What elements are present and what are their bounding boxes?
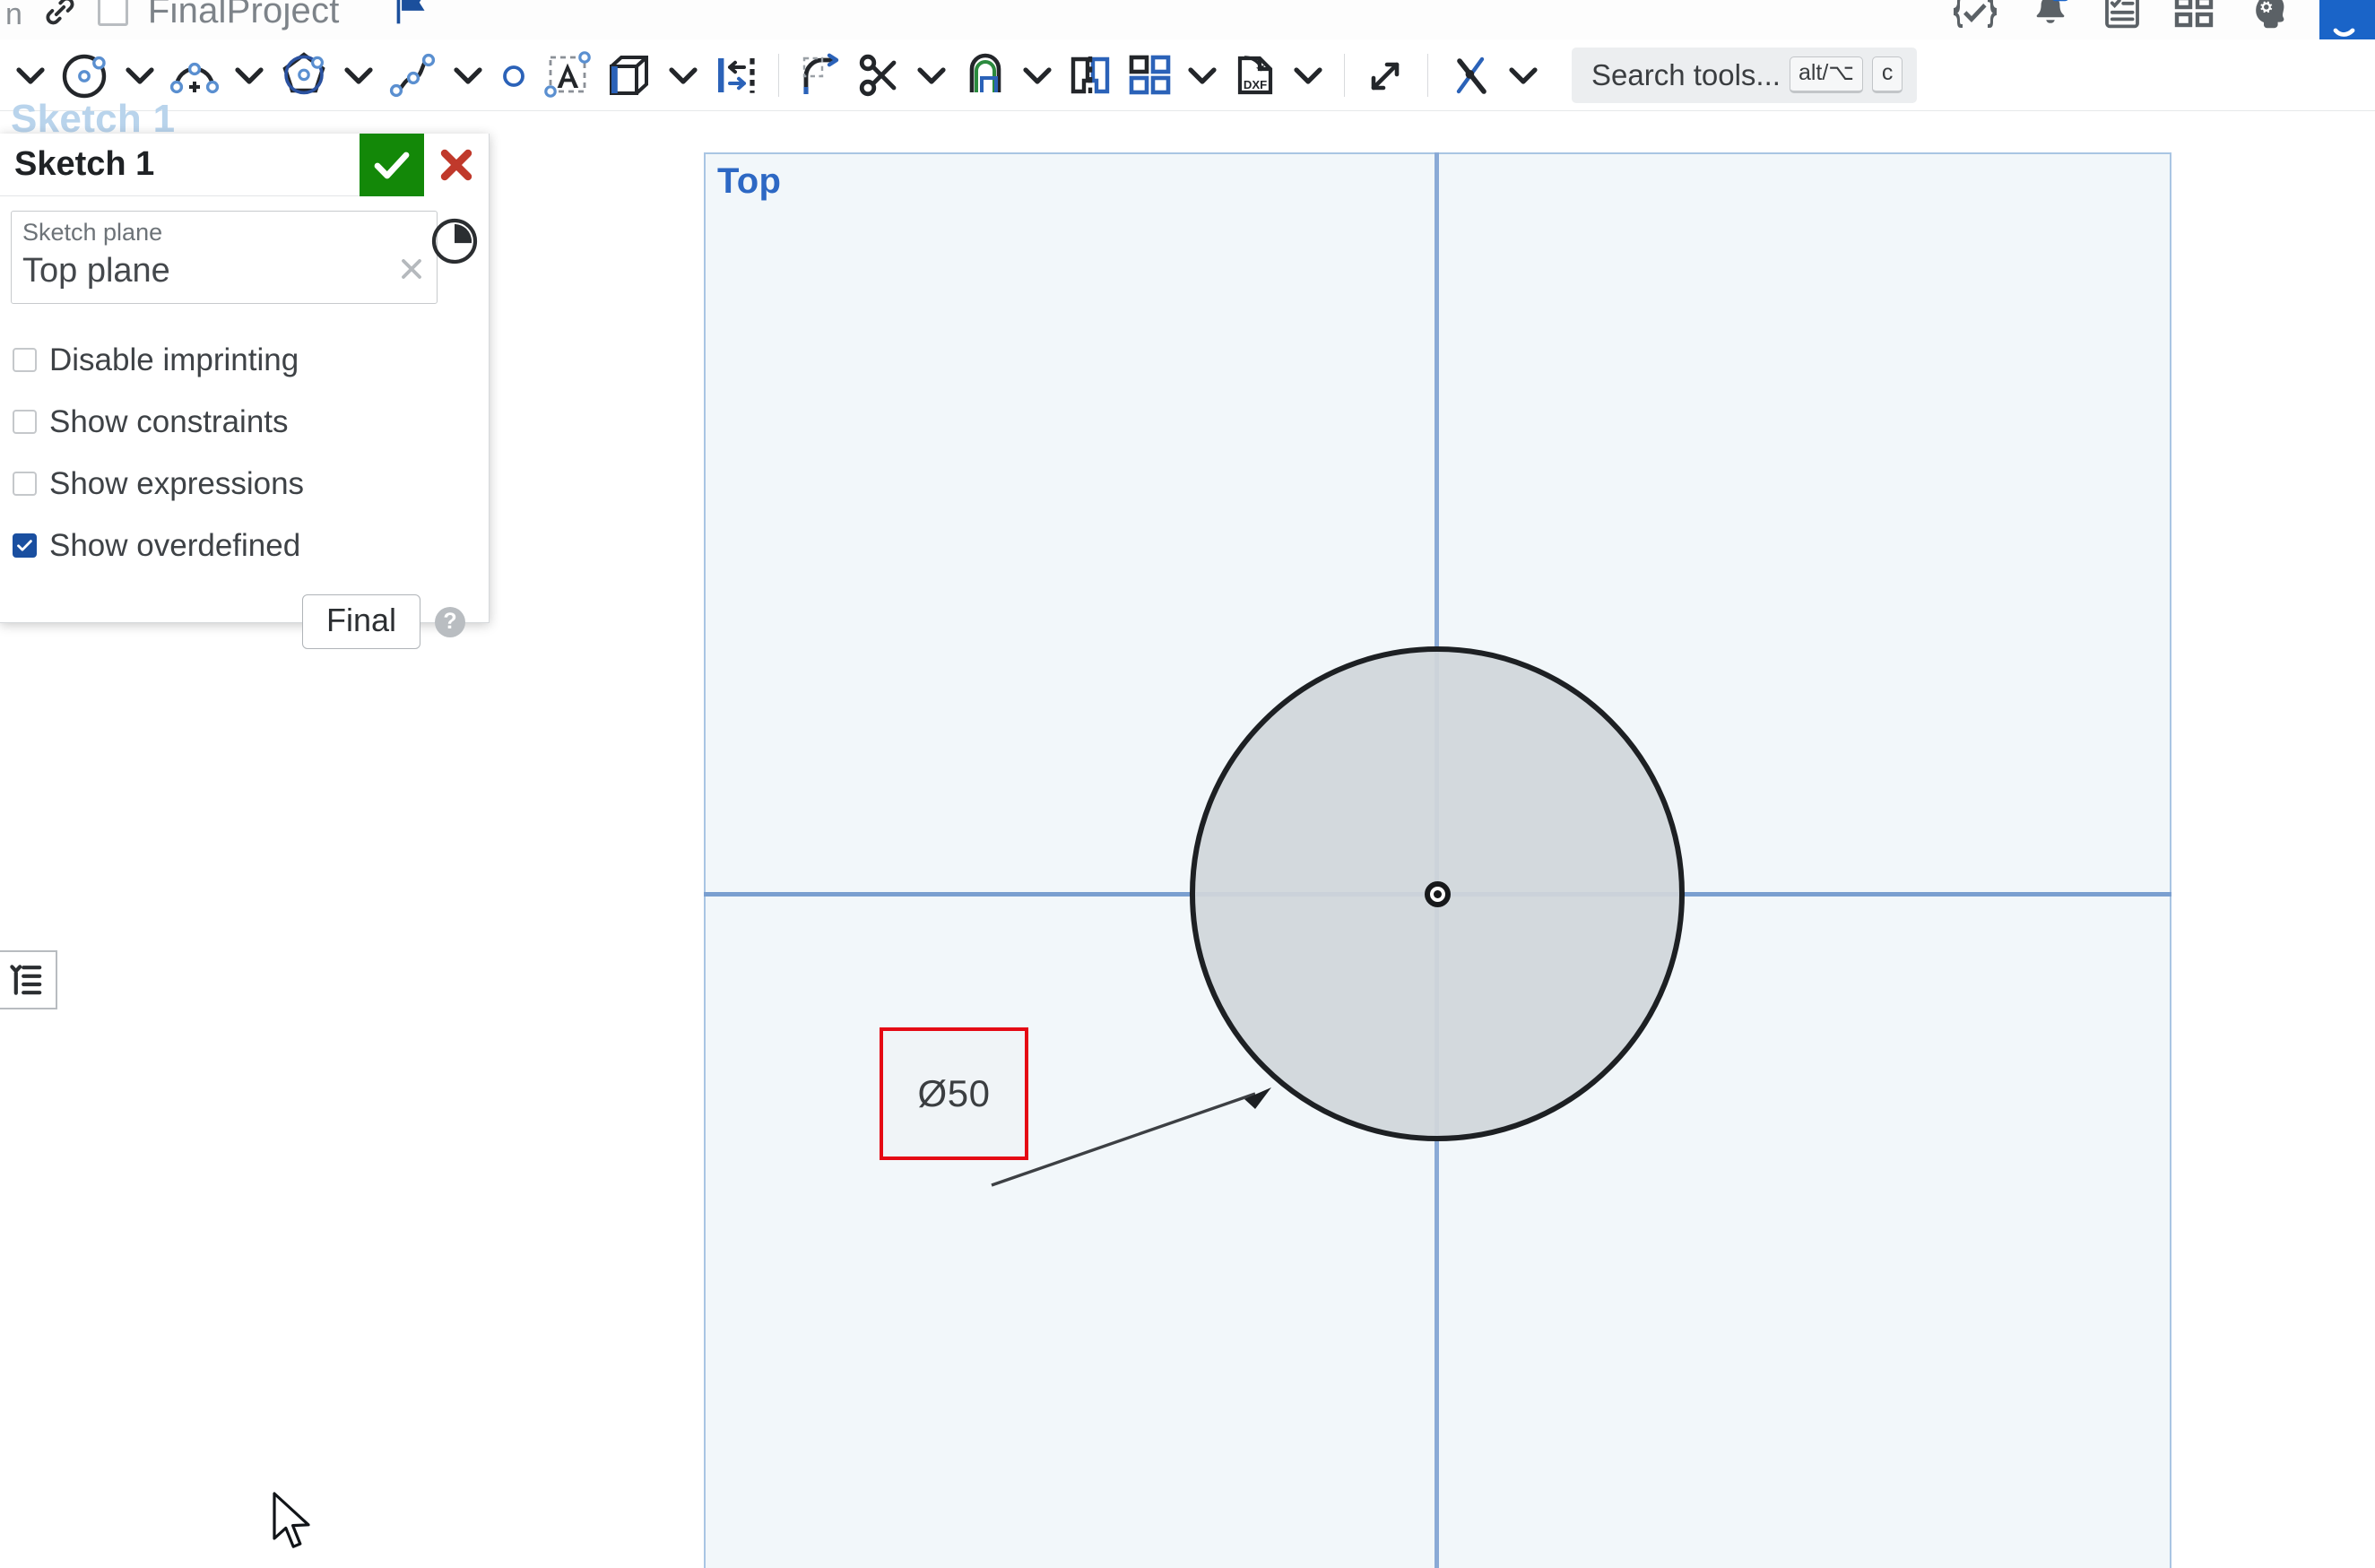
checkbox-show-overdefined[interactable] <box>13 533 37 558</box>
circle-tools-caret[interactable] <box>117 47 163 104</box>
extend-tool[interactable] <box>955 47 1014 104</box>
option-show-constraints[interactable]: Show constraints <box>13 391 478 453</box>
mouse-cursor <box>273 1492 310 1548</box>
option-label: Show overdefined <box>49 527 301 563</box>
constraint-tools-caret[interactable] <box>1500 47 1547 104</box>
notification-bell-icon[interactable] <box>2029 0 2072 34</box>
dimension-tool[interactable] <box>1357 47 1415 104</box>
use-tools-caret[interactable] <box>660 47 706 104</box>
help-icon[interactable]: ? <box>435 606 465 637</box>
sketch-dialog-title: Sketch 1 <box>14 145 155 183</box>
spline-tools-caret[interactable] <box>445 47 491 104</box>
sketch-dialog-body: Sketch plane Top plane Disable imprintin… <box>0 196 489 649</box>
task-list-icon[interactable] <box>2102 0 2142 34</box>
trim-tool[interactable] <box>851 47 908 104</box>
app-grid-icon[interactable] <box>2172 0 2215 34</box>
clear-x-icon[interactable] <box>397 255 426 289</box>
svg-text:DXF: DXF <box>1244 78 1267 91</box>
option-show-overdefined[interactable]: Show overdefined <box>13 515 478 576</box>
trim-tools-caret[interactable] <box>908 47 955 104</box>
checkbox-disable-imprinting[interactable] <box>13 348 37 372</box>
clock-history-icon[interactable] <box>429 216 480 266</box>
fillet-tool[interactable] <box>792 47 851 104</box>
option-label: Show constraints <box>49 403 289 439</box>
document-header-left: n FinalProject <box>0 0 431 39</box>
offset-tool[interactable] <box>706 47 766 104</box>
sketch-toolbar: DXF Search tools... alt/⌥ c <box>0 39 2375 111</box>
document-name-fragment: n <box>5 0 22 31</box>
option-show-expressions[interactable]: Show expressions <box>13 453 478 515</box>
account-blue-button[interactable] <box>2319 0 2375 39</box>
plane-orientation-label: Top <box>717 161 782 201</box>
divider-2 <box>1344 53 1345 97</box>
pattern-grid-icon[interactable] <box>1120 47 1179 104</box>
sketch-dialog-header: Sketch 1 <box>0 134 489 196</box>
extend-tools-caret[interactable] <box>1014 47 1061 104</box>
kbd-c: c <box>1872 56 1903 93</box>
point-tool[interactable] <box>491 47 536 104</box>
sketch-dialog: Sketch 1 Sketch plane Top plane Disable … <box>0 134 490 649</box>
topbar-actions <box>1952 0 2375 39</box>
diameter-dimension[interactable]: Ø50 <box>880 1027 1028 1160</box>
constraint-tool[interactable] <box>1441 47 1500 104</box>
use-projection-tool[interactable] <box>599 47 660 104</box>
dimension-leader-line <box>991 1087 1271 1187</box>
document-title: FinalProject <box>147 0 340 30</box>
arc-tool[interactable] <box>163 47 226 104</box>
checkbox-show-expressions[interactable] <box>13 472 37 496</box>
blue-flag-icon[interactable] <box>392 0 431 31</box>
arc-tools-caret[interactable] <box>226 47 273 104</box>
document-checkbox[interactable] <box>97 0 128 26</box>
kbd-alt: alt/⌥ <box>1789 56 1864 93</box>
sketch-plane-field[interactable]: Sketch plane Top plane <box>11 211 438 304</box>
link-icon[interactable] <box>42 0 78 33</box>
onshape-sketch-window: n FinalProject DXF Search tools... alt/⌥… <box>0 0 2375 1568</box>
sketch-dialog-footer: Final ? <box>11 582 478 649</box>
circle-tool[interactable] <box>54 47 117 104</box>
search-tools-placeholder: Search tools... <box>1591 57 1781 91</box>
diameter-dimension-text: Ø50 <box>917 1072 991 1114</box>
option-label: Disable imprinting <box>49 342 299 377</box>
accept-button[interactable] <box>360 134 424 196</box>
cancel-button[interactable] <box>424 134 489 196</box>
option-label: Show expressions <box>49 465 305 501</box>
sketch-origin-point[interactable] <box>1425 881 1451 907</box>
sketch-options-list: Disable imprinting Show constraints Show… <box>11 329 478 576</box>
search-tools-box[interactable]: Search tools... alt/⌥ c <box>1572 47 1918 103</box>
feature-tree-toggle[interactable] <box>0 950 57 1009</box>
polygon-tool[interactable] <box>273 47 335 104</box>
line-tools-caret[interactable] <box>7 47 54 104</box>
polygon-tools-caret[interactable] <box>335 47 382 104</box>
text-tool[interactable] <box>536 47 599 104</box>
final-button[interactable]: Final <box>301 594 420 649</box>
document-header: n FinalProject <box>0 0 2375 39</box>
divider-3 <box>1427 53 1428 97</box>
sketch-plane-value: Top plane <box>22 252 170 290</box>
import-tools-caret[interactable] <box>1285 47 1331 104</box>
checkbox-show-constraints[interactable] <box>13 410 37 434</box>
spline-tool[interactable] <box>382 47 445 104</box>
option-disable-imprinting[interactable]: Disable imprinting <box>13 329 478 391</box>
ai-gear-head-icon[interactable] <box>2246 0 2289 34</box>
pattern-tools-caret[interactable] <box>1179 47 1226 104</box>
dxf-file-icon[interactable]: DXF <box>1226 47 1285 104</box>
code-check-icon[interactable] <box>1952 0 1998 34</box>
divider-1 <box>778 53 779 97</box>
sketch-plane-label: Sketch plane <box>22 219 163 246</box>
mirror-tool[interactable] <box>1061 47 1120 104</box>
